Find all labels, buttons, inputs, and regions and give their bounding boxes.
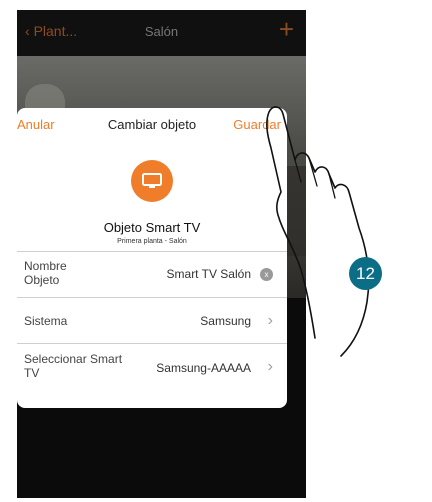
pointing-hand-icon — [266, 106, 370, 357]
dialog-header: Anular Cambiar objeto Guardar — [17, 108, 287, 140]
tv-icon — [131, 160, 173, 202]
row-label: Seleccionar Smart TV — [24, 352, 123, 380]
nav-bar: ‹ Plant... Salón + — [17, 10, 306, 56]
row-system[interactable]: Sistema Samsung › — [17, 297, 287, 343]
object-name-field[interactable]: Smart TV Salón — [167, 267, 251, 281]
step-badge: 12 — [349, 257, 382, 290]
row-object-name[interactable]: Nombre Objeto Smart TV Salón x — [17, 251, 287, 297]
row-select-tv[interactable]: Seleccionar Smart TV Samsung-AAAAA › — [17, 343, 287, 389]
row-label: Nombre Objeto — [24, 259, 67, 287]
object-name: Objeto Smart TV — [103, 220, 201, 235]
row-label: Sistema — [24, 314, 68, 328]
settings-list: Nombre Objeto Smart TV Salón x Sistema S… — [17, 251, 287, 389]
add-icon[interactable]: + — [279, 16, 294, 42]
system-value: Samsung — [200, 314, 251, 328]
page-title: Salón — [144, 24, 179, 39]
edit-object-dialog: Anular Cambiar objeto Guardar Objeto Sma… — [17, 108, 287, 408]
object-location: Primera planta - Salón — [117, 238, 187, 245]
tv-value: Samsung-AAAAA — [156, 361, 251, 375]
